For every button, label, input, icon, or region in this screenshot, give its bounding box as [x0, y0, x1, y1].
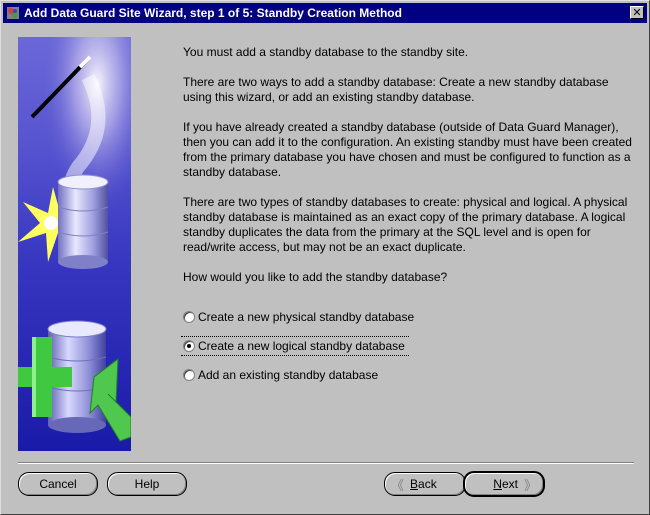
title-bar: Add Data Guard Site Wizard, step 1 of 5:…	[3, 3, 647, 23]
window-title: Add Data Guard Site Wizard, step 1 of 5:…	[24, 6, 402, 20]
radio-existing[interactable]	[183, 369, 195, 381]
radio-physical[interactable]	[183, 311, 195, 323]
option-physical[interactable]: Create a new physical standby database	[183, 309, 414, 325]
help-button[interactable]: Help	[107, 472, 187, 496]
option-logical[interactable]: Create a new logical standby database	[183, 338, 405, 354]
wizard-window: Add Data Guard Site Wizard, step 1 of 5:…	[0, 0, 650, 515]
next-label: Next	[493, 477, 518, 491]
types-text: There are two types of standby databases…	[183, 195, 628, 254]
option-existing[interactable]: Add an existing standby database	[183, 367, 378, 383]
close-button[interactable]: ✕	[630, 6, 644, 19]
next-arrow-icon: 》	[523, 478, 537, 494]
app-icon	[6, 6, 20, 20]
wizard-illustration	[18, 37, 131, 451]
back-arrow-icon: 《	[391, 478, 405, 494]
database-icon	[57, 174, 109, 269]
next-button[interactable]: Next 》	[463, 471, 545, 497]
radio-logical[interactable]	[183, 340, 195, 352]
option-existing-label: Add an existing standby database	[198, 368, 379, 382]
back-button[interactable]: 《 Back	[384, 472, 466, 496]
intro-text: You must add a standby database to the s…	[183, 45, 469, 59]
back-label: Back	[410, 477, 437, 491]
ways-text: There are two ways to add a standby data…	[183, 75, 609, 104]
cancel-button[interactable]: Cancel	[18, 472, 98, 496]
footer-divider	[18, 462, 634, 464]
existing-text: If you have already created a standby da…	[183, 120, 632, 179]
option-physical-label: Create a new physical standby database	[198, 310, 415, 324]
option-logical-label: Create a new logical standby database	[198, 339, 405, 353]
question-text: How would you like to add the standby da…	[183, 270, 448, 284]
instructions: You must add a standby database to the s…	[183, 45, 633, 300]
